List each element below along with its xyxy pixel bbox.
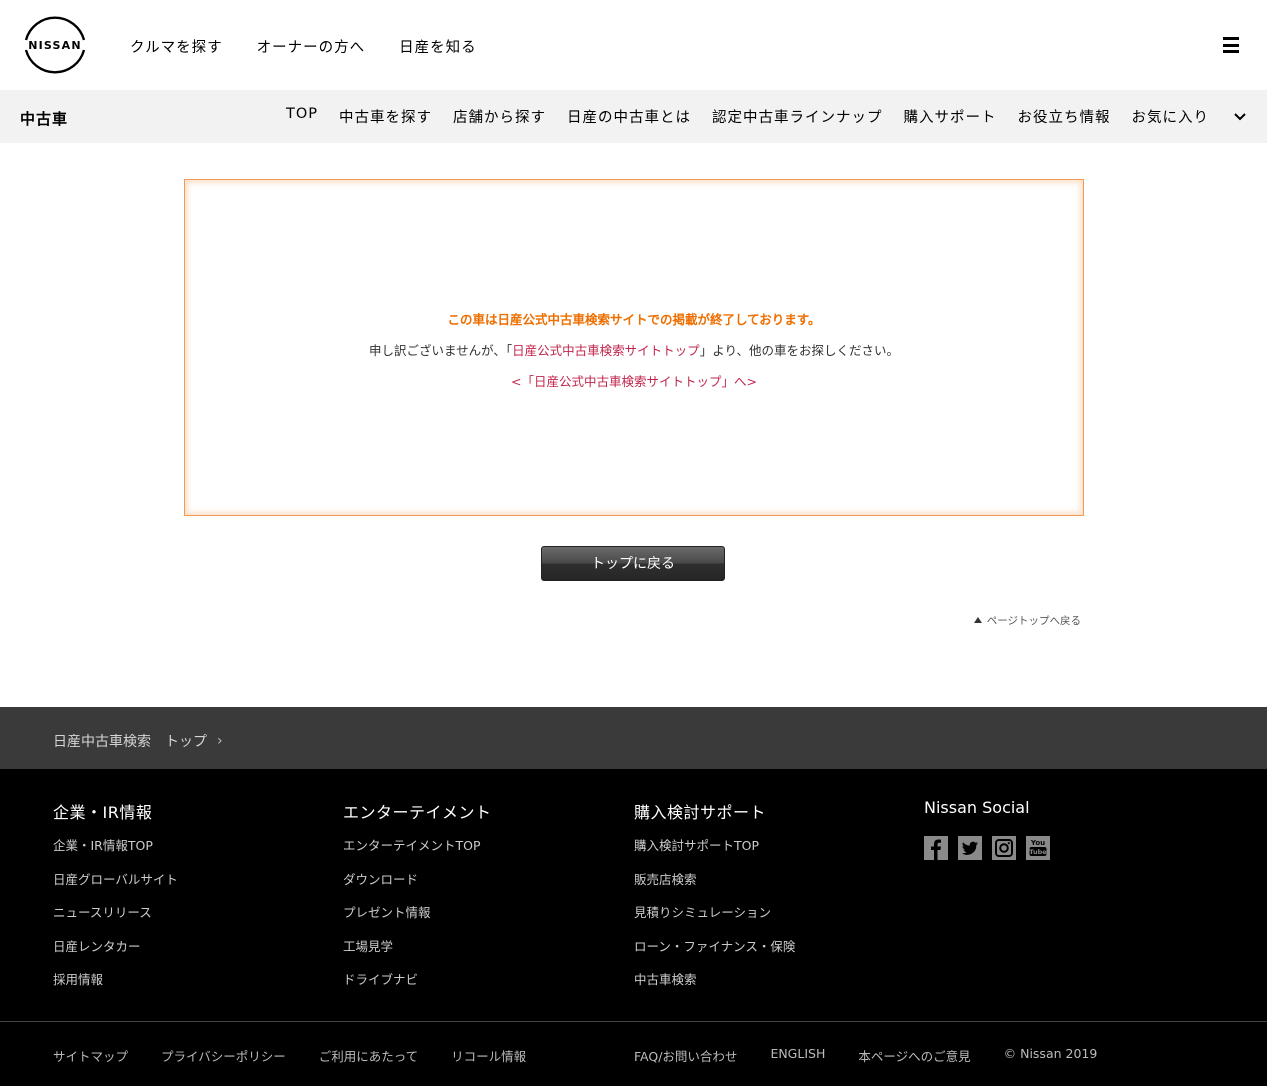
breadcrumb-bar: 日産中古車検索 トップ › xyxy=(0,707,1267,769)
notice-link-row: <「日産公式中古車検索サイトトップ」へ> xyxy=(185,371,1083,390)
footer-recall-link[interactable]: リコール情報 xyxy=(451,1046,526,1065)
facebook-icon[interactable] xyxy=(924,836,948,860)
page-top-label: ページトップへ戻る xyxy=(986,615,1081,627)
global-header: NISSAN クルマを探す オーナーの方へ 日産を知る xyxy=(0,0,1267,90)
footer: 企業・IR情報 企業・IR情報TOP 日産グローバルサイト ニュースリリース 日… xyxy=(0,769,1267,1086)
footer-link[interactable]: エンターテイメントTOP xyxy=(343,838,492,872)
footer-faq-link[interactable]: FAQ/お問い合わせ xyxy=(634,1046,737,1065)
section-title[interactable]: 中古車 xyxy=(20,108,68,129)
footer-copyright: © Nissan 2019 xyxy=(1003,1046,1098,1061)
breadcrumb-item-used-search[interactable]: 日産中古車検索 xyxy=(53,731,151,751)
footer-link[interactable]: 企業・IR情報TOP xyxy=(53,838,178,872)
footer-english-link[interactable]: ENGLISH xyxy=(770,1046,825,1065)
gnav-item-about[interactable]: 日産を知る xyxy=(399,36,477,57)
breadcrumb-item-top[interactable]: トップ xyxy=(165,731,207,751)
chevron-right-icon: › xyxy=(217,733,223,749)
menu-icon[interactable] xyxy=(1223,37,1239,53)
subnav-item-search[interactable]: 中古車を探す xyxy=(339,106,432,127)
gnav-item-find-car[interactable]: クルマを探す xyxy=(130,36,223,57)
footer-col-title[interactable]: 企業・IR情報 xyxy=(53,799,178,823)
search-top-link[interactable]: <「日産公式中古車検索サイトトップ」へ> xyxy=(511,374,757,389)
footer-col-entertainment: エンターテイメント エンターテイメントTOP ダウンロード プレゼント情報 工場… xyxy=(343,799,492,1006)
social-icons: You Tube xyxy=(924,836,1050,860)
notice-text-before: 申し訳ございませんが、「 xyxy=(369,343,513,358)
footer-link[interactable]: 見積りシミュレーション xyxy=(634,905,795,939)
svg-text:You: You xyxy=(1030,839,1045,847)
notice-title: この車は日産公式中古車検索サイトでの掲載が終了しております。 xyxy=(447,312,821,327)
arrow-up-icon xyxy=(973,617,982,623)
global-nav: クルマを探す オーナーの方へ 日産を知る xyxy=(130,36,477,57)
breadcrumb: 日産中古車検索 トップ › xyxy=(53,731,223,751)
social-title: Nissan Social xyxy=(924,798,1030,817)
footer-link[interactable]: 採用情報 xyxy=(53,972,178,1006)
brand-text: NISSAN xyxy=(28,39,82,52)
footer-link[interactable]: 中古車検索 xyxy=(634,972,795,1006)
footer-link[interactable]: 工場見学 xyxy=(343,939,492,973)
gnav-item-owners[interactable]: オーナーの方へ xyxy=(257,36,366,57)
subnav-item-certified-lineup[interactable]: 認定中古車ラインナップ xyxy=(712,106,883,127)
page-top-link[interactable]: ページトップへ戻る xyxy=(973,613,1081,628)
footer-link[interactable]: プレゼント情報 xyxy=(343,905,492,939)
footer-link[interactable]: ダウンロード xyxy=(343,872,492,906)
footer-sitemap-link[interactable]: サイトマップ xyxy=(53,1046,128,1065)
nissan-logo[interactable]: NISSAN xyxy=(18,14,92,76)
sub-header: 中古車 TOP 中古車を探す 店舗から探す 日産の中古車とは 認定中古車ラインナ… xyxy=(0,90,1267,143)
back-to-top-button[interactable]: トップに戻る xyxy=(541,546,725,581)
footer-feedback-link[interactable]: 本ページへのご意見 xyxy=(858,1046,970,1065)
footer-link[interactable]: ドライブナビ xyxy=(343,972,492,1006)
instagram-icon[interactable] xyxy=(992,836,1016,860)
footer-col-title[interactable]: 購入検討サポート xyxy=(634,799,795,823)
footer-col-title[interactable]: エンターテイメント xyxy=(343,799,492,823)
subnav-item-purchase-support[interactable]: 購入サポート xyxy=(904,106,997,127)
footer-link[interactable]: ローン・ファイナンス・保険 xyxy=(634,939,795,973)
notice-inline-link[interactable]: 日産公式中古車検索サイトトップ xyxy=(512,343,700,358)
footer-link[interactable]: ニュースリリース xyxy=(53,905,178,939)
subnav-item-about-used[interactable]: 日産の中古車とは xyxy=(567,106,691,127)
notice-text-after: 」より、他の車をお探しください。 xyxy=(699,343,899,358)
youtube-icon[interactable]: You Tube xyxy=(1026,836,1050,860)
subnav-item-useful-info[interactable]: お役立ち情報 xyxy=(1018,106,1111,127)
subnav-item-stores[interactable]: 店舗から探す xyxy=(453,106,546,127)
sub-nav: TOP 中古車を探す 店舗から探す 日産の中古車とは 認定中古車ラインナップ 購… xyxy=(286,106,1209,127)
footer-link[interactable]: 日産レンタカー xyxy=(53,939,178,973)
footer-link[interactable]: 日産グローバルサイト xyxy=(53,872,178,906)
svg-text:Tube: Tube xyxy=(1029,848,1047,856)
footer-bottom-links-left: サイトマップ プライバシーポリシー ご利用にあたって リコール情報 xyxy=(53,1046,526,1065)
footer-terms-link[interactable]: ご利用にあたって xyxy=(319,1046,418,1065)
footer-col-corporate: 企業・IR情報 企業・IR情報TOP 日産グローバルサイト ニュースリリース 日… xyxy=(53,799,178,1006)
chevron-down-icon[interactable] xyxy=(1233,109,1247,123)
subnav-item-favorites[interactable]: お気に入り xyxy=(1132,106,1210,127)
footer-col-purchase-support: 購入検討サポート 購入検討サポートTOP 販売店検索 見積りシミュレーション ロ… xyxy=(634,799,795,1006)
footer-privacy-link[interactable]: プライバシーポリシー xyxy=(161,1046,286,1065)
footer-divider xyxy=(0,1021,1267,1022)
notice-text: 申し訳ございませんが、「日産公式中古車検索サイトトップ」より、他の車をお探しくだ… xyxy=(185,340,1083,359)
footer-link[interactable]: 購入検討サポートTOP xyxy=(634,838,795,872)
footer-link[interactable]: 販売店検索 xyxy=(634,872,795,906)
footer-bottom-links-right: FAQ/お問い合わせ ENGLISH 本ページへのご意見 © Nissan 20… xyxy=(634,1046,1097,1065)
twitter-icon[interactable] xyxy=(958,836,982,860)
notice-box: この車は日産公式中古車検索サイトでの掲載が終了しております。 申し訳ございません… xyxy=(184,179,1084,516)
subnav-item-top[interactable]: TOP xyxy=(286,106,318,127)
